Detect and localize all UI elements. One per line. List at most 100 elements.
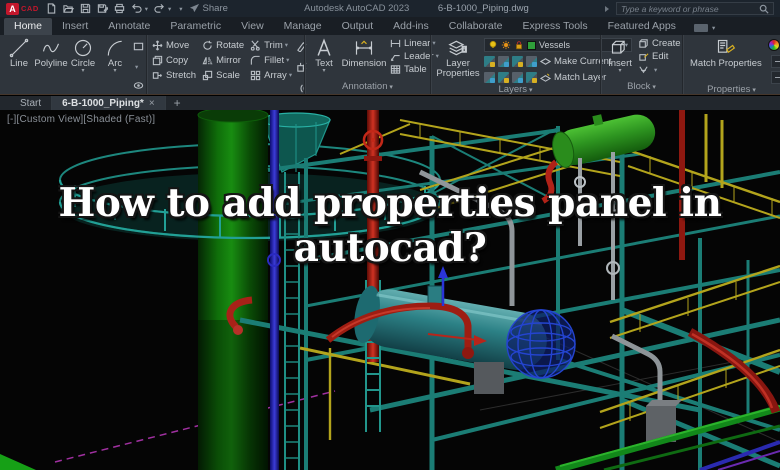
attributes-icon — [639, 66, 648, 74]
scale-button[interactable]: Scale — [202, 70, 244, 81]
move-icon — [152, 40, 163, 51]
match-properties-icon — [717, 39, 736, 53]
search-input[interactable] — [621, 3, 755, 14]
move-button[interactable]: Move — [152, 40, 196, 51]
line-icon — [9, 38, 29, 58]
copy-icon — [152, 55, 163, 66]
layer-color-swatch — [527, 40, 536, 50]
create-block-icon — [639, 39, 648, 48]
make-current-icon — [540, 57, 551, 65]
tab-collaborate[interactable]: Collaborate — [439, 18, 513, 35]
search-expand-arrow-icon[interactable] — [605, 5, 609, 12]
array-label: Array — [264, 70, 292, 81]
lineweight-dropdown[interactable]: ByLayer — [770, 54, 780, 68]
panel-block: Insert Create Edit Block — [600, 35, 682, 94]
tab-featured-apps[interactable]: Featured Apps — [598, 18, 686, 35]
array-button[interactable]: Array — [250, 70, 292, 81]
edit-block-icon — [639, 53, 649, 61]
tab-parametric[interactable]: Parametric — [160, 18, 231, 35]
layer-tool-icon[interactable] — [526, 71, 537, 83]
arc-icon — [107, 40, 122, 56]
copy-button[interactable]: Copy — [152, 55, 196, 66]
tab-home[interactable]: Home — [4, 18, 53, 35]
help-search — [616, 2, 774, 15]
search-icon[interactable] — [759, 4, 769, 14]
match-properties-button[interactable]: Match Properties — [688, 37, 764, 70]
tab-output[interactable]: Output — [332, 18, 384, 35]
circle-button[interactable]: Circle — [69, 37, 97, 74]
match-layer-button[interactable]: Match Layer — [540, 72, 606, 83]
app-menu-button[interactable]: A CAD — [6, 2, 39, 15]
ribbon-display-toggle[interactable] — [693, 24, 715, 32]
panel-label-annotation[interactable]: Annotation — [310, 81, 425, 94]
red-elbow-flange — [233, 325, 243, 335]
file-tab-start[interactable]: Start — [10, 96, 53, 110]
rotate-button[interactable]: Rotate — [202, 40, 244, 51]
trim-scissors-icon — [250, 40, 260, 51]
share-button[interactable]: Share — [189, 3, 228, 14]
start-tab-label: Start — [20, 97, 42, 109]
layer-tool-icon[interactable] — [484, 71, 495, 83]
layer-tool-icon[interactable] — [498, 55, 509, 67]
insert-block-button[interactable]: Insert — [606, 37, 634, 74]
arc-button[interactable]: Arc — [101, 37, 129, 74]
tab-manage[interactable]: Manage — [274, 18, 332, 35]
printer-icon — [114, 3, 124, 14]
trim-label: Trim — [264, 40, 288, 51]
tab-insert[interactable]: Insert — [52, 18, 98, 35]
close-tab-icon[interactable]: × — [149, 98, 155, 109]
layer-properties-button[interactable]: Layer Properties — [436, 37, 480, 80]
panel-layers: Layer Properties Vessels ▾ Make Current … — [430, 35, 632, 95]
open-file-button[interactable] — [63, 3, 74, 14]
line-button[interactable]: Line — [5, 37, 33, 70]
thumbnail-title-line1: How to add properties panel in — [58, 180, 722, 226]
redo-button[interactable] — [154, 3, 171, 14]
file-tab-document[interactable]: 6-B-1000_Piping* × — [52, 96, 166, 110]
save-as-button[interactable] — [97, 3, 108, 14]
mirror-label: Mirror — [216, 55, 241, 66]
plot-button[interactable] — [114, 3, 125, 14]
array-icon — [250, 70, 261, 81]
fillet-icon — [250, 55, 260, 65]
scale-label: Scale — [216, 70, 240, 81]
save-button[interactable] — [80, 3, 91, 14]
lineweight-preview — [774, 60, 780, 62]
new-file-button[interactable] — [46, 3, 57, 14]
rectangle-button[interactable] — [133, 39, 144, 75]
stretch-button[interactable]: Stretch — [152, 70, 196, 81]
layer-tool-icon[interactable] — [484, 55, 495, 67]
customize-qat-button[interactable] — [177, 5, 182, 13]
dimension-button[interactable]: Dimension — [342, 37, 386, 70]
layer-tool-icon[interactable] — [512, 55, 523, 67]
ribbon-toggle-icon — [693, 24, 708, 32]
layer-tool-icon[interactable] — [512, 71, 523, 83]
text-button[interactable]: Text — [310, 37, 338, 74]
drawing-viewport[interactable] — [0, 110, 780, 470]
tab-annotate[interactable]: Annotate — [98, 18, 160, 35]
panel-label-block[interactable]: Block — [606, 81, 677, 94]
rectangle-icon — [133, 42, 144, 51]
layer-properties-label: Layer Properties — [436, 58, 480, 79]
layer-tool-icon[interactable] — [526, 55, 537, 67]
polyline-button[interactable]: Polyline — [34, 37, 68, 70]
save-as-icon — [97, 4, 108, 13]
undo-button[interactable] — [131, 3, 148, 14]
linetype-dropdown[interactable]: ByLayer — [770, 70, 780, 84]
tab-express-tools[interactable]: Express Tools — [512, 18, 597, 35]
document-title: 6-B-1000_Piping.dwg — [437, 3, 529, 14]
thumbnail-title: How to add properties panel in autocad? — [0, 181, 780, 271]
rotate-label: Rotate — [216, 40, 245, 51]
viewport-controls[interactable]: [-][Custom View][Shaded (Fast)] — [7, 114, 155, 125]
edit-block-button[interactable]: Edit — [638, 51, 681, 62]
tab-view[interactable]: View — [231, 18, 274, 35]
trim-button[interactable]: Trim — [250, 40, 292, 51]
linear-icon — [390, 39, 401, 48]
layer-tool-icon[interactable] — [498, 71, 509, 83]
tab-add-ins[interactable]: Add-ins — [383, 18, 439, 35]
mirror-button[interactable]: Mirror — [202, 55, 244, 66]
edit-attributes-button[interactable] — [638, 64, 681, 75]
new-drawing-tab-button[interactable]: + — [166, 96, 189, 110]
autocad-window: A CAD Share Autodesk AutoCAD 2023 6-B-10… — [0, 0, 780, 470]
fillet-button[interactable]: Fillet — [250, 55, 292, 66]
create-block-button[interactable]: Create — [638, 38, 681, 49]
